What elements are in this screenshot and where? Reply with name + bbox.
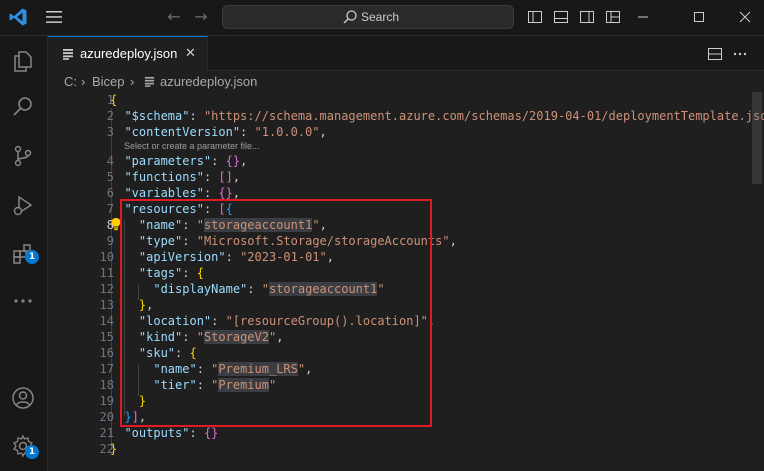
line-number: 1 (106, 93, 114, 107)
line-number: 12 (99, 282, 114, 296)
hamburger-menu-icon[interactable] (44, 8, 64, 26)
code-text: } (110, 442, 118, 456)
line-number: 8 (106, 218, 114, 232)
editor-tab-bar: azuredeploy.json ✕ (48, 36, 764, 71)
code-text: "$schema": "https://schema.management.az… (124, 109, 764, 123)
tab-azuredeploy-json[interactable]: azuredeploy.json ✕ (48, 36, 208, 71)
line-number: 21 (99, 426, 114, 440)
activity-bar: 1 1 (0, 36, 48, 471)
account-icon (12, 387, 34, 409)
code-text: "functions": [], (124, 170, 241, 184)
files-icon (14, 51, 32, 72)
line-number: 5 (106, 170, 114, 184)
close-window-icon[interactable] (734, 6, 756, 28)
line-number: 16 (99, 346, 114, 360)
search-icon (13, 97, 32, 116)
breadcrumb: C: › Bicep › azuredeploy.json (48, 71, 764, 91)
breadcrumb-drive[interactable]: C: (64, 74, 77, 89)
manage-badge: 1 (25, 445, 39, 459)
code-text: "contentVersion": "1.0.0.0", (124, 125, 327, 139)
accounts-button[interactable] (0, 378, 47, 418)
source-control-icon (14, 145, 32, 167)
line-number: 4 (106, 154, 114, 168)
toggle-primary-sidebar-icon[interactable] (527, 9, 543, 25)
breadcrumb-separator: › (81, 74, 86, 89)
line-number: 2 (106, 109, 114, 123)
search-view-button[interactable] (0, 86, 47, 126)
highlight-annotation-box (120, 199, 432, 427)
run-debug-icon (13, 195, 33, 216)
line-number: 9 (106, 234, 114, 248)
more-actions-icon[interactable] (732, 46, 748, 62)
line-number: 13 (99, 298, 114, 312)
search-box[interactable]: Search (222, 5, 514, 29)
line-number: 19 (99, 394, 114, 408)
breadcrumb-folder[interactable]: Bicep (92, 74, 125, 89)
vscode-logo-icon[interactable] (8, 7, 28, 27)
manage-button[interactable]: 1 (0, 426, 47, 466)
line-number: 18 (99, 378, 114, 392)
split-editor-icon[interactable] (707, 46, 723, 62)
toggle-secondary-sidebar-icon[interactable] (579, 9, 595, 25)
line-number: 3 (106, 125, 114, 139)
code-line: 3 "contentVersion": "1.0.0.0", (48, 124, 764, 140)
search-icon (343, 10, 357, 24)
more-views-button[interactable] (0, 281, 47, 321)
line-number: 15 (99, 330, 114, 344)
source-control-button[interactable] (0, 136, 47, 176)
ellipsis-icon (14, 299, 32, 303)
customize-layout-icon[interactable] (605, 9, 621, 25)
line-number: 14 (99, 314, 114, 328)
editor-scrollbar[interactable] (752, 92, 762, 184)
code-text: "parameters": {}, (124, 154, 248, 168)
line-number: 22 (99, 442, 114, 456)
code-line: 22 } (48, 441, 764, 457)
maximize-icon[interactable] (688, 6, 710, 28)
title-bar: ← → Search (0, 0, 764, 36)
line-number: 7 (106, 202, 114, 216)
line-number: 11 (99, 266, 114, 280)
explorer-button[interactable] (0, 41, 47, 81)
code-line: 4 "parameters": {}, (48, 153, 764, 169)
run-debug-button[interactable] (0, 186, 47, 226)
code-line: 1 { (48, 92, 764, 108)
breadcrumb-separator: › (130, 74, 135, 89)
code-text: { (110, 93, 118, 107)
parameter-file-codelens[interactable]: Select or create a parameter file... (124, 141, 260, 151)
line-number: 20 (99, 410, 114, 424)
back-arrow-icon[interactable]: ← (165, 8, 183, 26)
code-text: "outputs": {} (124, 426, 219, 440)
minimize-icon[interactable] (632, 6, 654, 28)
json-file-icon (63, 49, 73, 60)
line-number: 17 (99, 362, 114, 376)
tab-label: azuredeploy.json (80, 46, 178, 61)
code-line: 2 "$schema": "https://schema.management.… (48, 108, 764, 124)
line-number: 10 (99, 250, 114, 264)
code-line: 5 "functions": [], (48, 169, 764, 185)
json-file-icon (144, 76, 155, 87)
tab-close-icon[interactable]: ✕ (185, 46, 196, 61)
breadcrumb-file[interactable]: azuredeploy.json (160, 74, 257, 89)
search-label: Search (361, 10, 400, 24)
extensions-badge: 1 (25, 250, 39, 264)
extensions-button[interactable]: 1 (0, 234, 47, 274)
forward-arrow-icon[interactable]: → (192, 8, 210, 26)
line-number: 6 (106, 186, 114, 200)
toggle-panel-icon[interactable] (553, 9, 569, 25)
code-line: 21 "outputs": {} (48, 425, 764, 441)
